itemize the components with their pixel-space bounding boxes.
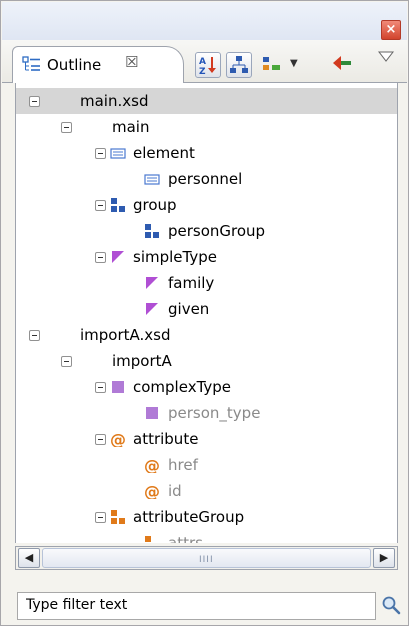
svg-text:@: @	[144, 457, 160, 473]
group-button[interactable]	[226, 52, 252, 78]
tree-row-label: person_type	[168, 404, 261, 422]
tree-row-label: attrs	[168, 534, 203, 543]
collapse-toggle-icon[interactable]	[29, 96, 40, 107]
tree-row[interactable]: importA	[16, 348, 397, 374]
svg-text:@: @	[110, 431, 126, 447]
collapse-toggle-icon[interactable]	[95, 382, 106, 393]
tree-row-label: element	[133, 144, 195, 162]
tree-row[interactable]: importA.xsd	[16, 322, 397, 348]
hierarchy-icon	[230, 56, 248, 73]
filter-field[interactable]	[17, 592, 376, 620]
collapse-toggle-icon[interactable]	[95, 512, 106, 523]
attribute-icon: @	[144, 483, 160, 499]
collapse-toggle-icon[interactable]	[95, 200, 106, 211]
tree-row[interactable]: element	[16, 140, 397, 166]
tree-row[interactable]: main.xsd	[16, 88, 397, 114]
tab-bar: Outline ☒ A Z ▼	[2, 40, 407, 83]
scrollbar-thumb[interactable]: IIII	[42, 548, 371, 568]
tree-row[interactable]: personGroup	[16, 218, 397, 244]
collapse-toggle-icon[interactable]	[61, 122, 72, 133]
tab-close-icon[interactable]: ☒	[125, 53, 138, 71]
outline-tree: main.xsd main element personnel group personG…	[15, 83, 398, 543]
outline-view: × Outline ☒ A Z ▼ main.xsd main element …	[0, 0, 409, 626]
tab-outline-label: Outline	[47, 56, 102, 74]
simple-type-icon	[146, 277, 158, 289]
tree-row-label: given	[168, 300, 210, 318]
close-window-button[interactable]: ×	[381, 20, 401, 40]
tree-row[interactable]: @ attribute	[16, 426, 397, 452]
tree-row-label: complexType	[133, 378, 232, 396]
simple-type-icon	[146, 303, 158, 315]
tree-row[interactable]: family	[16, 270, 397, 296]
tree-row-label: group	[133, 196, 177, 214]
group-icon	[145, 224, 159, 238]
collapse-toggle-icon[interactable]	[61, 356, 72, 367]
svg-text:Z: Z	[199, 67, 206, 77]
title-strip: ×	[2, 2, 407, 40]
tree-row[interactable]: group	[16, 192, 397, 218]
tree-row[interactable]: person_type	[16, 400, 397, 426]
sort-alphabetical-icon: A Z	[199, 57, 216, 77]
tree-row[interactable]: complexType	[16, 374, 397, 400]
element-icon	[144, 174, 160, 185]
tree-row[interactable]: attrs	[16, 530, 397, 543]
tree-row-label: personnel	[168, 170, 243, 188]
tree-row[interactable]: personnel	[16, 166, 397, 192]
filter-input[interactable]	[18, 593, 366, 617]
complex-type-icon	[112, 381, 124, 393]
svg-text:A: A	[199, 57, 206, 67]
tab-outline[interactable]: Outline ☒	[12, 46, 184, 83]
svg-text:@: @	[144, 483, 160, 499]
tree-row-label: importA	[112, 352, 172, 370]
attribute-icon: @	[110, 431, 126, 447]
collapse-toggle-icon[interactable]	[95, 252, 106, 263]
tree-row[interactable]: @ href	[16, 452, 397, 478]
search-icon[interactable]	[381, 595, 401, 615]
tree-row-label: family	[168, 274, 215, 292]
filter-types-button[interactable]	[260, 52, 286, 76]
tree-row[interactable]: simpleType	[16, 244, 397, 270]
tree-row[interactable]: main	[16, 114, 397, 140]
collapse-toggle-icon[interactable]	[95, 148, 106, 159]
complex-type-icon	[146, 407, 158, 419]
simple-type-icon	[112, 251, 124, 263]
tree-row-label: attributeGroup	[133, 508, 245, 526]
group-icon	[111, 198, 125, 212]
element-icon	[110, 148, 126, 159]
outline-icon	[22, 56, 40, 71]
scroll-left-button[interactable]: ◀	[18, 548, 40, 568]
tree-row-label: id	[168, 482, 182, 500]
attribute-group-icon	[145, 536, 151, 542]
tree-row-label: href	[168, 456, 198, 474]
scroll-right-button[interactable]: ▶	[373, 548, 395, 568]
filter-types-icon	[263, 57, 280, 70]
collapse-all-button[interactable]	[329, 52, 355, 76]
tree-row-label: attribute	[133, 430, 199, 448]
tree-row-label: main.xsd	[80, 92, 149, 110]
horizontal-scrollbar[interactable]: ◀ IIII ▶	[15, 546, 398, 570]
tree-row-label: main	[112, 118, 150, 136]
tree-row[interactable]: given	[16, 296, 397, 322]
attribute-icon: @	[144, 457, 160, 473]
scrollbar-grip: IIII	[199, 555, 214, 565]
collapse-all-icon	[333, 56, 351, 70]
tree-row-label: importA.xsd	[80, 326, 171, 344]
view-menu-icon[interactable]	[377, 50, 395, 64]
chevron-down-icon[interactable]: ▼	[290, 58, 298, 69]
tree-row-label: simpleType	[133, 248, 217, 266]
collapse-toggle-icon[interactable]	[29, 330, 40, 341]
collapse-toggle-icon[interactable]	[95, 434, 106, 445]
tree-row[interactable]: attributeGroup	[16, 504, 397, 530]
sort-button[interactable]: A Z	[195, 52, 221, 78]
tree-row-label: personGroup	[168, 222, 266, 240]
tree-row[interactable]: @ id	[16, 478, 397, 504]
attribute-group-icon	[111, 510, 125, 524]
